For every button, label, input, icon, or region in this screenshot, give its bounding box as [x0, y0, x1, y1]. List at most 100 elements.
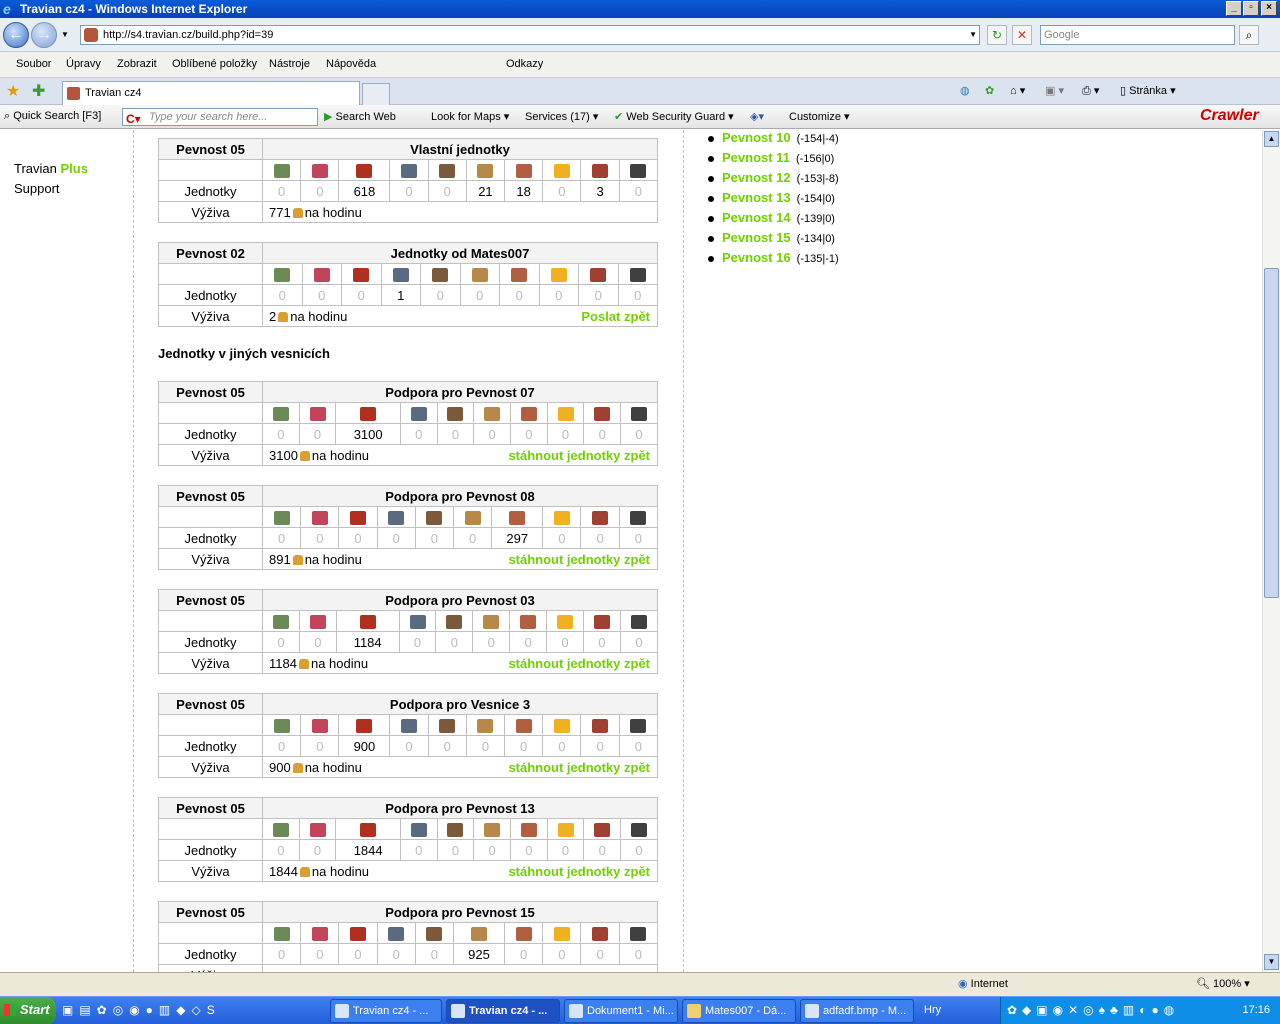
village-link[interactable]: Pevnost 05: [158, 693, 263, 715]
village-name[interactable]: Pevnost 10: [722, 130, 791, 145]
unit-icon-cell: [546, 610, 584, 632]
return-troops-link[interactable]: stáhnout jednotky zpět: [508, 864, 650, 879]
address-input[interactable]: http://s4.travian.cz/build.php?id=39 ▼: [80, 25, 980, 45]
back-button[interactable]: ←: [3, 22, 29, 48]
rss-icon[interactable]: ▣ ▾: [1045, 84, 1064, 97]
home-icon[interactable]: ⌂ ▾: [1010, 84, 1025, 97]
unit-6-icon: [471, 267, 488, 282]
look-for-maps-button[interactable]: Look for Maps ▾: [431, 110, 509, 123]
taskbar-item[interactable]: Mates007 - Dá...: [682, 999, 796, 1023]
village-link[interactable]: Pevnost 05: [158, 797, 263, 819]
new-tab-button[interactable]: [362, 83, 390, 105]
page-menu[interactable]: ▯ Stránka ▾: [1120, 84, 1176, 97]
taskbar-item[interactable]: Travian cz4 - ...: [330, 999, 442, 1023]
tab-travian[interactable]: Travian cz4: [62, 81, 360, 105]
village-link[interactable]: Pevnost 02: [158, 242, 263, 264]
table-title[interactable]: Vlastní jednotky: [262, 138, 658, 160]
security-icon[interactable]: ◈▾: [750, 110, 764, 123]
travian-plus-link[interactable]: Travian Plus: [14, 161, 88, 176]
close-button[interactable]: ×: [1261, 1, 1277, 16]
start-button[interactable]: Start: [0, 997, 56, 1024]
village-list-item[interactable]: Pevnost 11 (-156|0): [708, 150, 834, 165]
tray-icons[interactable]: ✿◆▣◉✕◎♠♣▥◐●◍: [1007, 1003, 1179, 1017]
taskbar-item[interactable]: adfadf.bmp - M...: [800, 999, 914, 1023]
scroll-thumb[interactable]: [1264, 268, 1279, 598]
table-title[interactable]: Podpora pro Pevnost 03: [262, 589, 658, 611]
menu-help[interactable]: Nápověda: [326, 58, 376, 70]
unit-icon-cell: [582, 610, 621, 632]
taskbar-item[interactable]: Dokument1 - Mi...: [564, 999, 678, 1023]
web-security-guard-button[interactable]: ✔ Web Security Guard ▾: [614, 110, 734, 123]
zoom-control[interactable]: 🔍︎ 100% ▾: [1196, 977, 1250, 990]
return-troops-link[interactable]: stáhnout jednotky zpět: [508, 448, 650, 463]
village-link[interactable]: Pevnost 05: [158, 381, 263, 403]
village-name[interactable]: Pevnost 13: [722, 190, 791, 205]
menu-edit[interactable]: Úpravy: [66, 58, 101, 70]
forward-button[interactable]: →: [31, 22, 57, 48]
print-icon[interactable]: ⎙ ▾: [1082, 84, 1099, 98]
maximize-button[interactable]: ▫: [1243, 1, 1259, 16]
search-input[interactable]: Google: [1040, 25, 1235, 45]
village-link[interactable]: Pevnost 05: [158, 589, 263, 611]
table-title[interactable]: Podpora pro Pevnost 08: [262, 485, 658, 507]
scroll-down-arrow[interactable]: ▼: [1264, 954, 1279, 970]
services-button[interactable]: Services (17) ▾: [525, 110, 598, 123]
table-title[interactable]: Jednotky od Mates007: [262, 242, 658, 264]
search-icon[interactable]: ⌕: [1239, 25, 1259, 45]
village-name[interactable]: Pevnost 15: [722, 230, 791, 245]
unit-5-icon: [446, 614, 463, 629]
scroll-up-arrow[interactable]: ▲: [1264, 131, 1279, 147]
add-favorite-icon[interactable]: ✚: [32, 81, 45, 101]
favorites-star-icon[interactable]: ★: [6, 81, 20, 101]
taskbar-item-active[interactable]: Travian cz4 - ...: [446, 999, 560, 1023]
unit-7-icon: [520, 614, 537, 629]
refresh-icon[interactable]: ↻: [987, 25, 1007, 45]
village-list-item[interactable]: Pevnost 15 (-134|0): [708, 230, 835, 245]
village-list-item[interactable]: Pevnost 13 (-154|0): [708, 190, 835, 205]
village-name[interactable]: Pevnost 14: [722, 210, 791, 225]
return-troops-link[interactable]: stáhnout jednotky zpět: [508, 552, 650, 567]
village-name[interactable]: Pevnost 11: [722, 150, 790, 165]
customize-button[interactable]: Customize ▾: [789, 110, 850, 123]
vertical-scrollbar[interactable]: ▲ ▼: [1262, 130, 1280, 972]
search-web-button[interactable]: ▶ Search Web: [324, 110, 396, 123]
history-dropdown-icon[interactable]: ▼: [61, 30, 69, 39]
unit-icon-cell: [262, 263, 303, 285]
village-list-item[interactable]: Pevnost 12 (-153|-8): [708, 170, 839, 185]
links-label[interactable]: Odkazy: [506, 58, 543, 70]
menu-file[interactable]: Soubor: [16, 58, 51, 70]
return-troops-link[interactable]: stáhnout jednotky zpět: [508, 760, 650, 775]
feeds-icon[interactable]: ◍: [960, 84, 970, 97]
village-list-item[interactable]: Pevnost 10 (-154|-4): [708, 130, 839, 145]
village-link[interactable]: Pevnost 05: [158, 901, 263, 923]
village-list-item[interactable]: Pevnost 14 (-139|0): [708, 210, 835, 225]
units-label: Jednotky: [158, 180, 263, 202]
unit-6-icon: [477, 163, 494, 178]
village-list-item[interactable]: Pevnost 16 (-135|-1): [708, 250, 839, 265]
menu-tools[interactable]: Nástroje: [269, 58, 310, 70]
village-link[interactable]: Pevnost 05: [158, 138, 263, 160]
village-name[interactable]: Pevnost 12: [722, 170, 791, 185]
addon-icon[interactable]: ✿: [985, 84, 994, 97]
return-troops-link[interactable]: stáhnout jednotky zpět: [508, 656, 650, 671]
food-label: Výživa: [158, 201, 263, 223]
return-troops-link[interactable]: Poslat zpět: [581, 309, 650, 324]
village-name[interactable]: Pevnost 16: [722, 250, 791, 265]
quick-search-button[interactable]: ⌕ Quick Search [F3]: [4, 110, 101, 123]
crawler-search-input[interactable]: Type your search here...: [122, 108, 318, 126]
menu-favorites[interactable]: Oblíbené položky: [172, 58, 257, 70]
table-title[interactable]: Podpora pro Pevnost 07: [262, 381, 658, 403]
quick-launch-icons[interactable]: ▣▤✿◎◉●▥◆◇S: [62, 1003, 221, 1017]
table-title[interactable]: Podpora pro Pevnost 15: [262, 901, 658, 923]
table-title[interactable]: Podpora pro Vesnice 3: [262, 693, 658, 715]
unit-count: 1844: [335, 839, 401, 861]
unit-count: 0: [436, 839, 475, 861]
stop-icon[interactable]: ✕: [1012, 25, 1032, 45]
games-toolbar[interactable]: Hry: [924, 1004, 941, 1016]
table-title[interactable]: Podpora pro Pevnost 13: [262, 797, 658, 819]
minimize-button[interactable]: _: [1226, 1, 1242, 16]
chevron-down-icon[interactable]: ▼: [969, 26, 977, 44]
support-link[interactable]: Support: [14, 181, 60, 196]
village-link[interactable]: Pevnost 05: [158, 485, 263, 507]
menu-view[interactable]: Zobrazit: [117, 58, 157, 70]
